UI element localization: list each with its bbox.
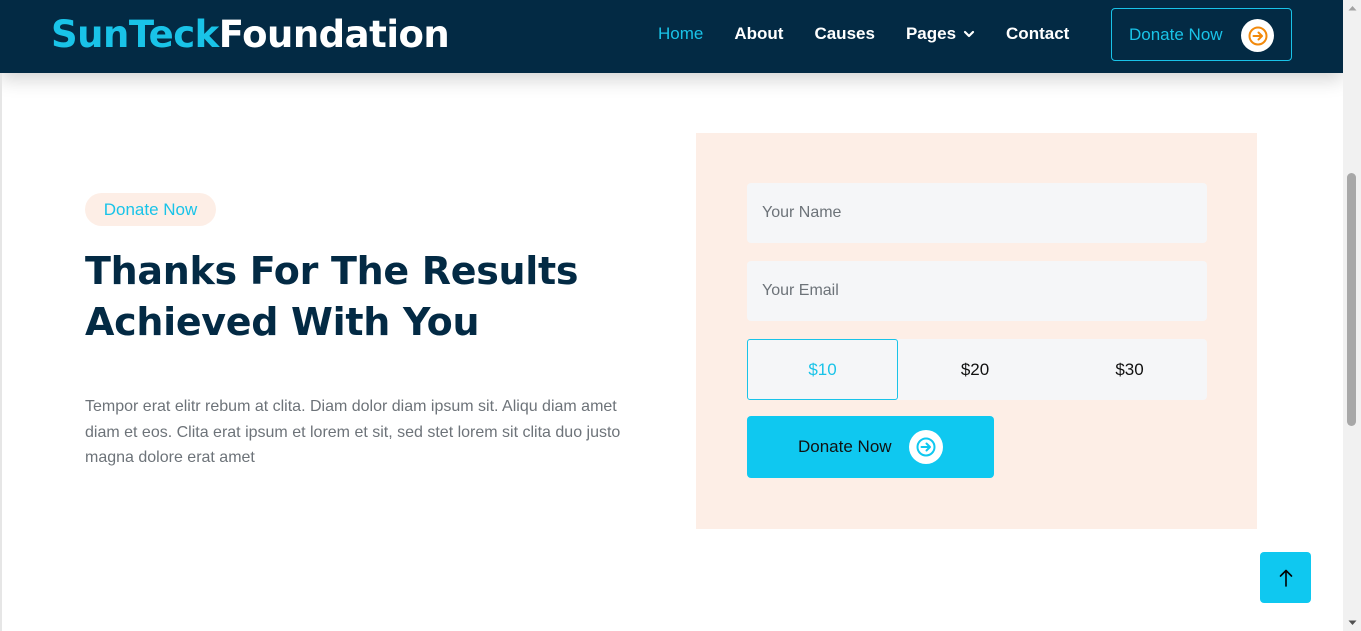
- arrow-right-icon: [909, 430, 943, 464]
- donation-form: $10 $20 $30 Donate Now: [696, 133, 1257, 529]
- nav-donate-label: Donate Now: [1129, 24, 1223, 44]
- scroll-down-arrow-icon[interactable]: [1343, 615, 1361, 631]
- amount-label: $30: [1115, 359, 1144, 379]
- amount-option-20[interactable]: $20: [898, 339, 1052, 400]
- brand-part-1: SunTeck: [51, 13, 219, 56]
- nav-item-label: Contact: [1006, 24, 1070, 43]
- nav-item-label: Home: [658, 24, 704, 43]
- nav-item-label: Pages: [905, 24, 957, 43]
- section-badge: Donate Now: [85, 193, 216, 226]
- donate-submit-button[interactable]: Donate Now: [747, 416, 994, 478]
- amount-selector: $10 $20 $30: [747, 339, 1207, 400]
- scroll-up-arrow-icon[interactable]: [1343, 0, 1361, 16]
- name-input[interactable]: [747, 183, 1207, 243]
- heading-line-1: Thanks For The Results: [85, 249, 579, 293]
- amount-option-30[interactable]: $30: [1052, 339, 1207, 400]
- navbar: SunTeckFoundation Home About Causes Page…: [0, 0, 1343, 73]
- nav-item-label: About: [734, 24, 784, 43]
- vertical-scrollbar[interactable]: [1343, 0, 1361, 631]
- brand-logo[interactable]: SunTeckFoundation: [51, 12, 450, 58]
- chevron-down-icon: [963, 30, 975, 38]
- email-input[interactable]: [747, 261, 1207, 321]
- arrow-right-icon: [1241, 19, 1274, 52]
- amount-option-10[interactable]: $10: [747, 339, 898, 400]
- back-to-top-button[interactable]: [1260, 552, 1311, 603]
- brand-part-2: Foundation: [218, 13, 450, 56]
- amount-label: $20: [960, 359, 990, 379]
- amount-label: $10: [808, 359, 837, 379]
- arrow-up-icon: [1279, 569, 1292, 587]
- donate-submit-label: Donate Now: [798, 437, 892, 456]
- section-paragraph: Tempor erat elitr rebum at clita. Diam d…: [85, 398, 621, 466]
- page: SunTeckFoundation Home About Causes Page…: [0, 0, 1361, 631]
- nav-item-pages[interactable]: Pages: [906, 24, 975, 44]
- nav-item-label: Causes: [814, 24, 875, 43]
- page-edge: [0, 73, 2, 631]
- nav-item-causes[interactable]: Causes: [814, 24, 874, 44]
- nav-donate-button[interactable]: Donate Now: [1111, 8, 1292, 61]
- scrollbar-thumb[interactable]: [1347, 173, 1356, 426]
- heading-line-2: Achieved With You: [85, 300, 480, 344]
- section-heading: Thanks For The Results Achieved With You: [85, 246, 645, 348]
- nav-item-about[interactable]: About: [734, 24, 783, 44]
- nav-item-contact[interactable]: Contact: [1006, 24, 1069, 44]
- main-nav: Home About Causes Pages Contact: [658, 22, 1100, 46]
- nav-item-home[interactable]: Home: [658, 24, 703, 44]
